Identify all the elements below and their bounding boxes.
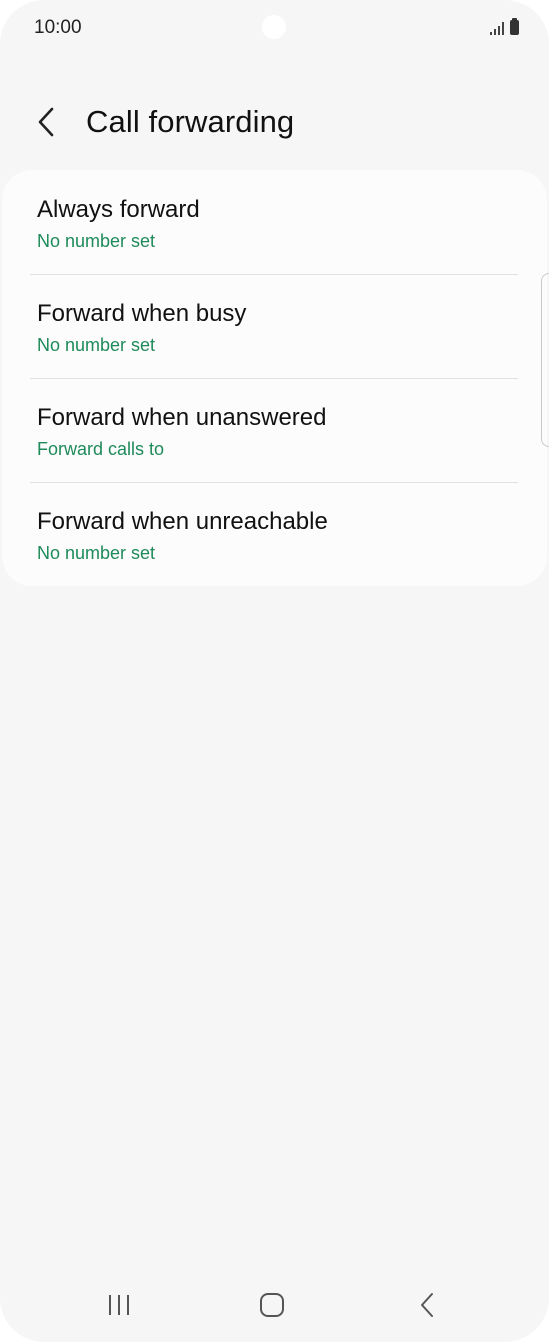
front-camera xyxy=(262,15,286,39)
item-subtitle: No number set xyxy=(37,231,156,251)
item-title: Always forward xyxy=(37,196,200,223)
item-title: Forward when busy xyxy=(37,300,247,327)
signal-icon xyxy=(490,21,504,35)
chevron-left-icon xyxy=(38,107,54,137)
forwarding-options-list: Always forward No number set Forward whe… xyxy=(2,170,547,586)
home-button[interactable] xyxy=(247,1288,297,1322)
phone-screen: 10:00 Call forwarding Always forward No … xyxy=(0,0,549,1342)
item-subtitle: Forward calls to xyxy=(37,439,165,459)
list-item-forward-when-busy[interactable]: Forward when busy No number set xyxy=(2,274,547,378)
page-title: Call forwarding xyxy=(86,104,295,139)
item-subtitle: No number set xyxy=(37,335,156,355)
list-item-always-forward[interactable]: Always forward No number set xyxy=(2,170,547,274)
item-title: Forward when unreachable xyxy=(37,508,328,535)
recents-button[interactable] xyxy=(94,1288,144,1322)
navigation-bar xyxy=(0,1270,549,1342)
status-bar: 10:00 xyxy=(0,0,549,58)
nav-back-button[interactable] xyxy=(402,1288,452,1322)
list-item-forward-when-unanswered[interactable]: Forward when unanswered Forward calls to xyxy=(2,378,547,482)
recents-icon xyxy=(109,1295,129,1315)
status-time: 10:00 xyxy=(34,17,82,38)
back-icon xyxy=(421,1293,433,1317)
item-subtitle: No number set xyxy=(37,543,156,563)
item-title: Forward when unanswered xyxy=(37,404,327,431)
battery-icon xyxy=(510,18,519,35)
list-item-forward-when-unreachable[interactable]: Forward when unreachable No number set xyxy=(2,482,547,586)
back-button[interactable] xyxy=(26,102,66,142)
home-icon xyxy=(260,1293,284,1317)
header: Call forwarding xyxy=(0,90,549,156)
scroll-indicator[interactable] xyxy=(541,273,549,447)
status-icons xyxy=(490,18,519,35)
